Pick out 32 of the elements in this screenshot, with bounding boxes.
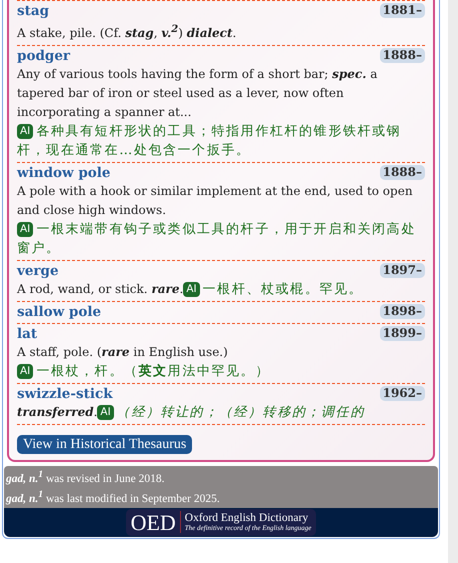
revision-note: gad, n.$^{1}$ was revised in June 2018. xyxy=(6,468,166,487)
ai-translation: AI 一根杖，杆。（英文用法中罕见。） xyxy=(17,362,425,381)
logo-name: Oxford English Dictionary xyxy=(184,512,310,524)
definition: A staff, pole. (rare in English use.) xyxy=(17,344,229,361)
date-badge: 1888– xyxy=(380,165,425,180)
definition: A pole with a hook or similar implement at the end, used to open and close high windows. xyxy=(17,183,414,219)
headword[interactable]: podger xyxy=(17,47,70,65)
ai-translation: AI 一根末端带有钩子或类似工具的杆子，用于开启和关闭高处窗户。 xyxy=(17,221,417,258)
ai-translation: 一根杆、杖或棍。罕见。 xyxy=(202,282,364,297)
revision-note: gad, n.$^{1}$ was last modified in September 2025. xyxy=(6,488,221,507)
ai-badge: AI xyxy=(183,282,200,297)
date-badge: 1897– xyxy=(380,263,425,278)
headword[interactable]: sallow pole xyxy=(17,303,102,321)
logo-mark: OED xyxy=(130,510,176,535)
definition: transferred. xyxy=(17,405,98,419)
headword[interactable]: lat xyxy=(17,325,38,343)
definition: A rod, wand, or stick. rare. xyxy=(17,282,184,296)
date-badge: 1888– xyxy=(380,48,425,63)
ai-badge: AI xyxy=(97,405,114,420)
ai-translation: AI 各种具有短杆形状的工具；特指用作杠杆的锥形铁杆或钢杆，现在通常在…处包含一个扳手。 xyxy=(17,123,402,160)
headword[interactable]: verge xyxy=(17,262,59,280)
headword[interactable]: window pole xyxy=(17,164,110,182)
definition: A stake, pile. (Cf. stag, v.$^{2}$) dialect. xyxy=(17,23,238,42)
headword[interactable]: stag xyxy=(17,2,50,20)
definition: Any of various tools having the form of a short bar; spec. a tapered bar of iron or steel used as a lever, now often incorporating a spanner at... xyxy=(17,66,378,121)
date-badge: 1881– xyxy=(380,3,425,18)
date-badge: 1898– xyxy=(380,304,425,319)
headword[interactable]: swizzle-stick xyxy=(17,385,113,403)
date-badge: 1899– xyxy=(380,326,425,341)
thesaurus-button[interactable]: View in Historical Thesaurus xyxy=(17,435,192,454)
date-badge: 1962– xyxy=(380,386,425,401)
ai-translation: （经）转让的；（经）转移的；调任的 xyxy=(116,405,365,420)
